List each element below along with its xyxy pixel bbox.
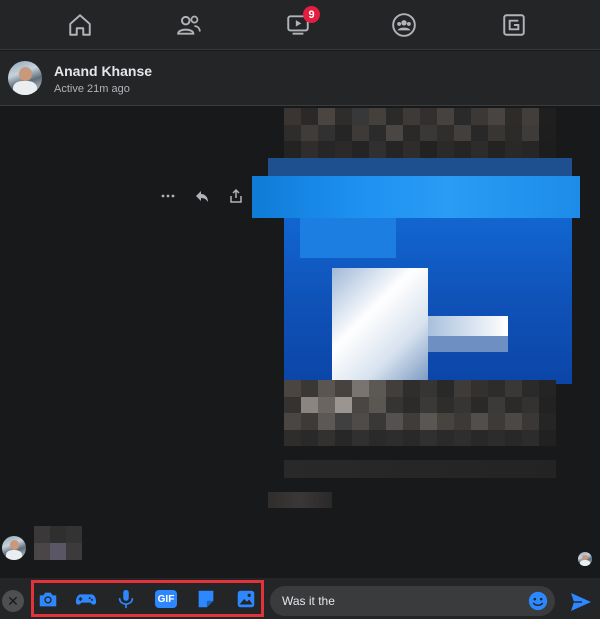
shared-image-arrow-block <box>428 316 508 336</box>
send-icon[interactable] <box>568 590 594 614</box>
game-controller-icon <box>75 594 97 605</box>
shared-image-icon-block <box>332 268 428 380</box>
message-thread[interactable] <box>0 106 600 578</box>
gif-button[interactable]: GIF <box>154 587 178 611</box>
shared-image-bottom-strip <box>284 380 556 446</box>
photo-button[interactable] <box>234 587 258 611</box>
more-options-button[interactable] <box>158 186 178 206</box>
gaming-icon <box>503 14 525 36</box>
chat-header[interactable]: Anand Khanse Active 21m ago <box>0 51 600 106</box>
nav-watch-button[interactable]: 9 <box>272 6 324 44</box>
share-icon <box>230 188 242 203</box>
message-composer: ✕ GIF <box>0 578 600 619</box>
seen-receipt-avatar <box>578 552 592 566</box>
camera-icon <box>39 592 57 607</box>
gif-icon: GIF <box>155 590 177 608</box>
message-input[interactable] <box>282 586 512 616</box>
composer-tools-highlight <box>31 580 264 617</box>
more-icon <box>161 194 175 198</box>
shared-image-attachment[interactable] <box>284 108 556 158</box>
play-game-button[interactable] <box>74 587 98 611</box>
message-input-box[interactable] <box>270 586 555 616</box>
friends-icon <box>177 15 201 35</box>
emoji-icon[interactable] <box>527 590 549 612</box>
close-icon: ✕ <box>7 592 19 609</box>
shared-image-window-panel <box>300 218 396 258</box>
microphone-icon <box>118 589 134 609</box>
sticker-icon <box>198 590 214 608</box>
contact-name[interactable]: Anand Khanse <box>54 63 152 79</box>
image-icon <box>237 590 255 608</box>
nav-gaming-button[interactable] <box>488 6 540 44</box>
close-toolbar-button[interactable]: ✕ <box>2 590 24 612</box>
message-actions <box>158 186 246 206</box>
shared-image-title-bar <box>252 176 580 218</box>
reply-icon <box>196 191 208 202</box>
top-navigation-bar: 9 <box>0 0 600 50</box>
voice-clip-button[interactable] <box>114 587 138 611</box>
share-button[interactable] <box>226 186 246 206</box>
camera-button[interactable] <box>36 587 60 611</box>
home-icon <box>69 14 91 36</box>
contact-message-avatar[interactable] <box>2 536 26 560</box>
received-message-bubble[interactable] <box>34 526 82 560</box>
groups-icon <box>392 13 416 37</box>
nav-friends-button[interactable] <box>163 6 215 44</box>
contact-avatar[interactable] <box>8 61 42 95</box>
nav-groups-button[interactable] <box>378 6 430 44</box>
contact-active-status: Active 21m ago <box>54 83 130 95</box>
shared-image-arrow-shadow <box>428 336 508 352</box>
shared-image-footer-row <box>284 460 556 478</box>
watch-notification-badge: 9 <box>303 6 320 23</box>
sticker-button[interactable] <box>194 587 218 611</box>
nav-home-button[interactable] <box>54 6 106 44</box>
reply-button[interactable] <box>192 186 212 206</box>
blurred-text-message <box>268 492 332 508</box>
